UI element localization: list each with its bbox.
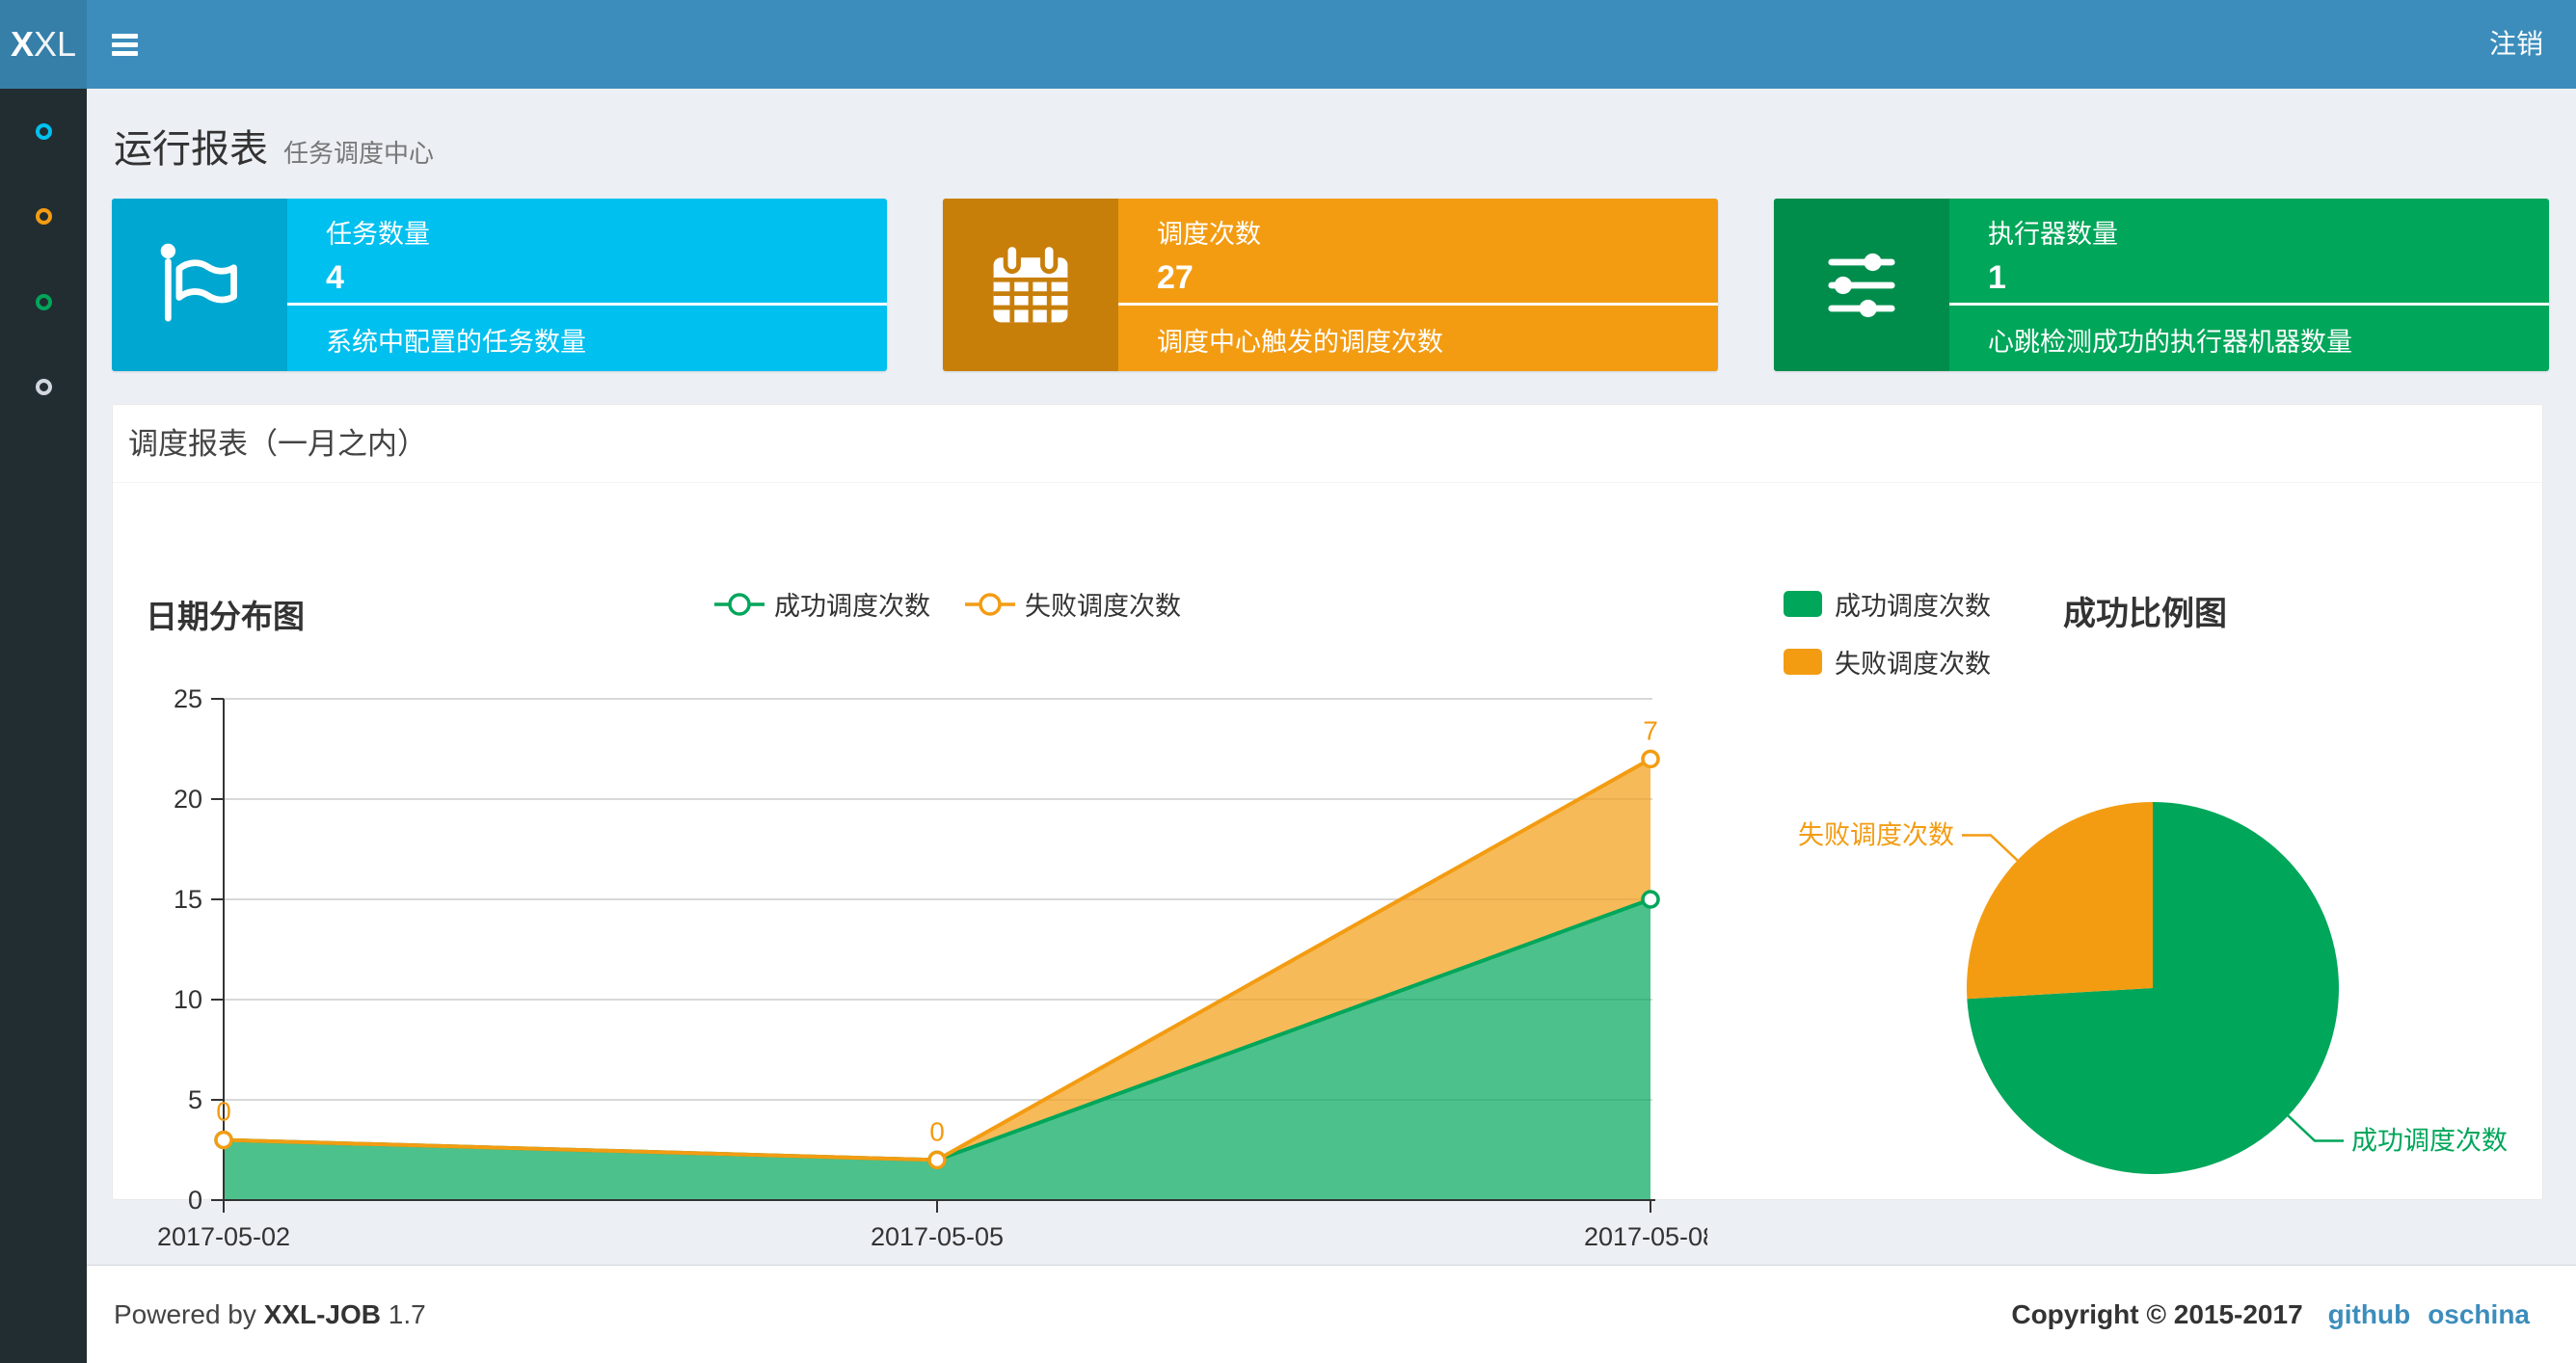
stat-title: 执行器数量 (1988, 220, 2118, 249)
pie-legend-item-2[interactable]: 失败调度次数 (1784, 643, 1991, 681)
stat-title: 调度次数 (1157, 220, 1261, 249)
stat-card-executors: 执行器数量 1 心跳检测成功的执行器机器数量 (1774, 199, 2549, 371)
legend-label: 成功调度次数 (1835, 592, 1991, 621)
pie-chart-legend: 成功调度次数 失败调度次数 (1784, 585, 1991, 701)
divider (1118, 303, 1718, 306)
legend-label: 失败调度次数 (1025, 592, 1181, 621)
svg-text:25: 25 (174, 684, 202, 713)
copyright: Copyright © 2015-2017 (2011, 1298, 2303, 1329)
svg-text:10: 10 (174, 985, 202, 1014)
line-marker-icon (965, 592, 1015, 616)
legend-item-1[interactable]: 成功调度次数 (714, 585, 930, 623)
pie-slices (1967, 802, 2339, 1174)
top-navbar: XXL 注销 (0, 0, 2576, 89)
line-chart-legend: 成功调度次数 失败调度次数 (714, 585, 1181, 623)
legend-label: 失败调度次数 (1835, 650, 1991, 679)
svg-text:0: 0 (216, 1097, 231, 1127)
sidebar-item-1[interactable] (0, 89, 87, 174)
logo-text-rest: XL (33, 24, 77, 64)
calendar-icon (943, 199, 1118, 371)
circle-o-icon (35, 379, 52, 396)
sidebar-item-2[interactable] (0, 174, 87, 260)
circle-o-icon (35, 208, 52, 226)
app-logo[interactable]: XXL (0, 0, 87, 89)
svg-text:2017-05-08: 2017-05-08 (1584, 1222, 1707, 1251)
stat-card-body: 调度次数 27 调度中心触发的调度次数 (1118, 199, 1718, 371)
svg-text:2017-05-05: 2017-05-05 (871, 1222, 1004, 1251)
logout-button[interactable]: 注销 (2478, 0, 2555, 89)
pie-chart-title: 成功比例图 (2063, 596, 2227, 632)
hamburger-icon (112, 33, 150, 56)
pie-leader-line (1961, 834, 2019, 862)
line-marker-icon (714, 592, 765, 616)
pie-slice-label: 成功调度次数 (2351, 1127, 2508, 1156)
panel-title: 调度报表（一月之内） (113, 405, 2542, 483)
x-axis-labels: 2017-05-02 2017-05-05 2017-05-08 (157, 1222, 1707, 1251)
divider (1949, 303, 2549, 306)
svg-text:7: 7 (1643, 715, 1658, 745)
sidebar-toggle-button[interactable] (112, 25, 150, 64)
panel-body: 日期分布图 成功调度次数 失败调度次数 0 5 10 15 20 25 2017-05-02 2… (113, 483, 2542, 1251)
pie-slice-label: 失败调度次数 (1798, 820, 1954, 849)
content-area: 运行报表 任务调度中心 任务数量 4 系统中配置的任务数量 调度次数 27 调度… (87, 89, 2576, 1265)
svg-text:20: 20 (174, 785, 202, 814)
logo-text-bold: X (10, 24, 34, 64)
date-distribution-chart[interactable]: 05101520252017-05-02 2017-05-05 2017-05-08… (136, 657, 1707, 1265)
svg-text:2017-05-02: 2017-05-02 (157, 1222, 290, 1251)
sidebar (0, 89, 87, 1363)
page-header: 运行报表 任务调度中心 (114, 118, 434, 174)
sidebar-item-3[interactable] (0, 259, 87, 345)
divider (287, 303, 887, 306)
powered-prefix: Powered by (114, 1298, 256, 1329)
page-subtitle: 任务调度中心 (283, 139, 435, 168)
legend-label: 成功调度次数 (774, 592, 930, 621)
version: 1.7 (388, 1298, 426, 1329)
line-chart-title: 日期分布图 (146, 599, 305, 634)
oschina-link[interactable]: oschina (2428, 1299, 2530, 1330)
page-title: 运行报表 (114, 128, 268, 171)
pie-slice-2 (1967, 802, 2153, 1000)
stat-value: 27 (1157, 259, 1194, 296)
stat-title: 任务数量 (326, 220, 430, 249)
legend-item-2[interactable]: 失败调度次数 (965, 585, 1181, 623)
legend-swatch-icon (1784, 649, 1822, 675)
svg-text:0: 0 (188, 1186, 202, 1215)
circle-o-icon (35, 293, 52, 310)
stat-description: 心跳检测成功的执行器机器数量 (1988, 328, 2352, 357)
legend-swatch-icon (1784, 591, 1822, 617)
stat-value: 1 (1988, 259, 2006, 296)
flag-icon (112, 199, 287, 371)
stat-description: 系统中配置的任务数量 (326, 328, 586, 357)
brand-name: XXL-JOB (263, 1298, 382, 1329)
pie-leader-line (2287, 1114, 2345, 1142)
sidebar-item-4[interactable] (0, 345, 87, 431)
powered-by: Powered by XXL-JOB 1.7 (114, 1299, 426, 1330)
stat-card-body: 任务数量 4 系统中配置的任务数量 (287, 199, 887, 371)
success-ratio-pie-chart[interactable]: 成功调度次数 失败调度次数 (1765, 744, 2536, 1245)
y-axis-labels: 0 5 10 15 20 25 (174, 684, 202, 1215)
svg-text:0: 0 (929, 1116, 945, 1146)
github-link[interactable]: github (2328, 1299, 2411, 1330)
sliders-icon (1774, 199, 1949, 371)
stat-value: 4 (326, 259, 344, 296)
schedule-report-panel: 调度报表（一月之内） 日期分布图 成功调度次数 失败调度次数 0 5 10 15 20 25… (112, 404, 2543, 1251)
svg-text:5: 5 (188, 1085, 202, 1114)
footer: Powered by XXL-JOB 1.7 Copyright © 2015-… (87, 1265, 2576, 1363)
pie-legend-item-1[interactable]: 成功调度次数 (1784, 585, 1991, 623)
svg-text:15: 15 (174, 885, 202, 914)
stat-description: 调度中心触发的调度次数 (1157, 328, 1443, 357)
stat-card-triggers: 调度次数 27 调度中心触发的调度次数 (943, 199, 1718, 371)
stat-card-jobs: 任务数量 4 系统中配置的任务数量 (112, 199, 887, 371)
circle-o-icon (35, 122, 52, 140)
stat-cards-row: 任务数量 4 系统中配置的任务数量 调度次数 27 调度中心触发的调度次数 执行… (112, 199, 2549, 371)
stat-card-body: 执行器数量 1 心跳检测成功的执行器机器数量 (1949, 199, 2549, 371)
